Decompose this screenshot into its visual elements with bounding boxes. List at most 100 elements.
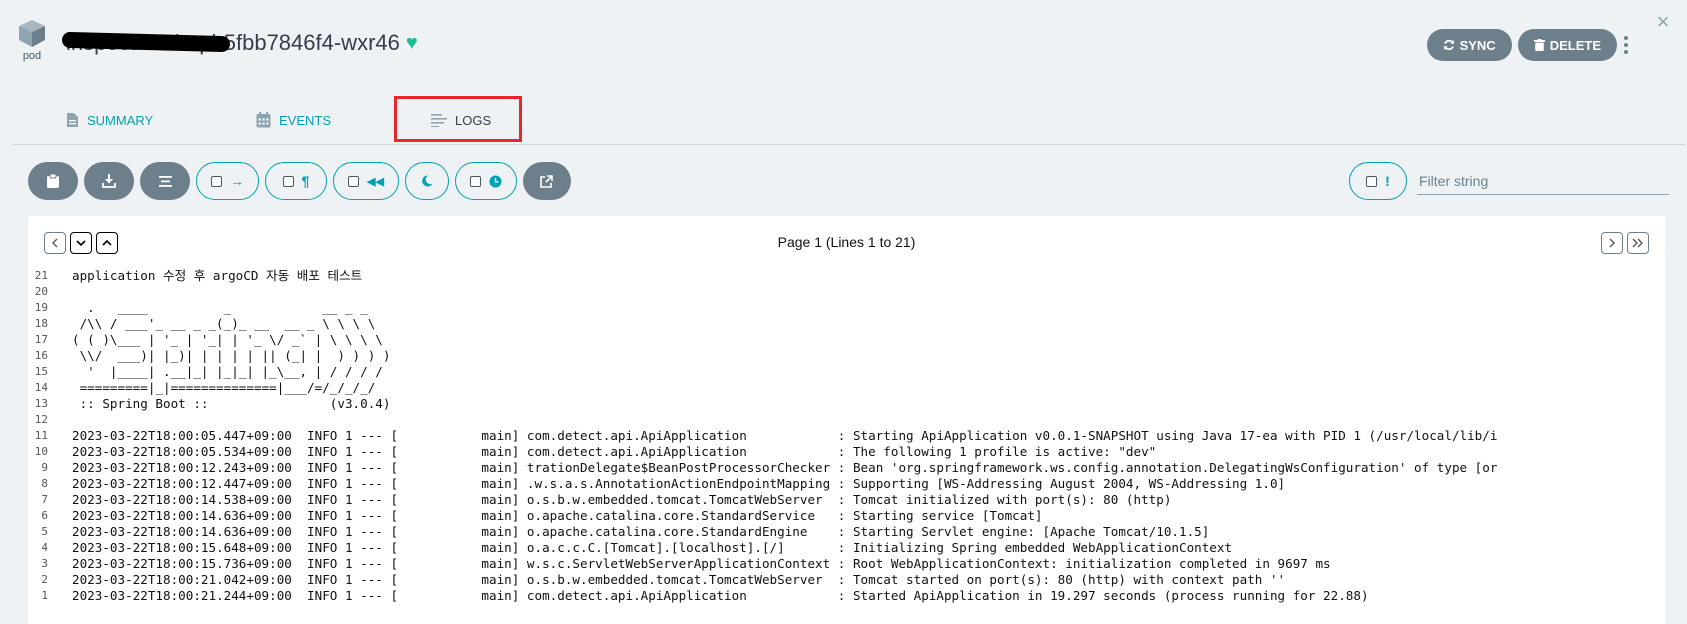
line-number: 7 xyxy=(41,493,48,506)
line-number: 6 xyxy=(41,509,48,522)
line-number: 5 xyxy=(41,525,48,538)
delete-label: DELETE xyxy=(1549,37,1601,53)
log-line: 2 2023-03-22T18:00:21.042+09:00 INFO 1 --… xyxy=(28,572,1665,588)
page-title: inspect-and-api-5fbb7846f4-wxr46 ♥ xyxy=(61,30,418,56)
log-filter: ! xyxy=(1349,162,1669,200)
more-menu-icon[interactable] xyxy=(1623,34,1629,54)
chevron-right-icon xyxy=(1609,238,1615,248)
line-number: 8 xyxy=(41,477,48,490)
tab-summary-label: SUMMARY xyxy=(87,112,154,128)
delete-button[interactable]: DELETE xyxy=(1517,29,1617,61)
log-line: 15 ' |____| .__|_| |_|_| |_\__, | / / / … xyxy=(28,364,1665,380)
line-text: application 수정 후 argoCD 자동 배포 테스트 xyxy=(72,268,363,283)
line-text: 2023-03-22T18:00:21.042+09:00 INFO 1 ---… xyxy=(72,572,1286,587)
line-number: 1 xyxy=(41,589,48,602)
lines-icon xyxy=(431,114,447,127)
sync-icon xyxy=(1443,39,1454,51)
log-line: 21 application 수정 후 argoCD 자동 배포 테스트 xyxy=(28,268,1665,284)
dark-mode-toggle[interactable] xyxy=(404,162,449,200)
pager-right xyxy=(1601,232,1649,254)
tab-summary[interactable]: SUMMARY xyxy=(66,96,153,144)
timestamps-toggle[interactable] xyxy=(454,162,517,200)
download-logs-button[interactable] xyxy=(84,162,134,200)
pod-kind: pod xyxy=(14,18,50,62)
line-number: 21 xyxy=(34,269,48,282)
download-icon xyxy=(102,174,116,188)
trash-icon xyxy=(1533,39,1545,51)
line-number: 14 xyxy=(34,381,48,394)
line-number: 12 xyxy=(34,413,48,426)
line-text: 2023-03-22T18:00:05.447+09:00 INFO 1 ---… xyxy=(72,428,1498,443)
line-text: ' |____| .__|_| |_|_| |_\__, | / / / / xyxy=(72,364,383,379)
timestamps-checkbox[interactable] xyxy=(469,175,481,187)
line-number: 3 xyxy=(41,557,48,570)
line-text: 2023-03-22T18:00:14.636+09:00 INFO 1 ---… xyxy=(72,508,1043,523)
line-text xyxy=(48,284,72,300)
line-text: /\\ / ___'_ __ _ _(_)_ __ __ _ \ \ \ \ xyxy=(72,316,376,331)
log-format-button[interactable] xyxy=(140,162,190,200)
log-line: 12 xyxy=(28,412,1665,428)
line-text: 2023-03-22T18:00:21.244+09:00 INFO 1 ---… xyxy=(72,588,1369,603)
log-line: 3 2023-03-22T18:00:15.736+09:00 INFO 1 --… xyxy=(28,556,1665,572)
double-chevron-right-icon xyxy=(1632,238,1643,248)
follow-checkbox[interactable] xyxy=(211,175,222,187)
clock-icon xyxy=(489,175,502,187)
previous-checkbox[interactable] xyxy=(348,175,359,187)
line-number: 2 xyxy=(41,573,48,586)
tab-logs[interactable]: LOGS xyxy=(431,96,491,144)
line-number: 10 xyxy=(34,445,48,458)
line-text xyxy=(48,412,72,428)
line-text: 2023-03-22T18:00:12.243+09:00 INFO 1 ---… xyxy=(72,460,1498,475)
log-line: 13 :: Spring Boot :: (v3.0.4) xyxy=(28,396,1665,412)
line-text: 2023-03-22T18:00:05.534+09:00 INFO 1 ---… xyxy=(72,444,1157,459)
line-number: 13 xyxy=(34,397,48,410)
line-text: . ____ _ __ _ _ xyxy=(72,300,368,315)
line-number: 18 xyxy=(34,317,48,330)
wrap-checkbox[interactable] xyxy=(282,175,294,187)
previous-logs-toggle[interactable]: ◀◀ xyxy=(333,162,399,200)
match-case-checkbox[interactable] xyxy=(1366,175,1378,187)
log-line: 6 2023-03-22T18:00:14.636+09:00 INFO 1 --… xyxy=(28,508,1665,524)
log-line: 7 2023-03-22T18:00:14.538+09:00 INFO 1 --… xyxy=(28,492,1665,508)
line-text: ( ( )\___ | '_ | '_| | '_ \/ _` | \ \ \ … xyxy=(72,332,383,347)
follow-toggle[interactable]: → xyxy=(196,162,259,200)
match-case-toggle[interactable]: ! xyxy=(1349,162,1407,200)
moon-icon xyxy=(422,175,433,187)
line-text: 2023-03-22T18:00:14.538+09:00 INFO 1 ---… xyxy=(72,492,1172,507)
resource-header: pod inspect-and-api-5fbb7846f4-wxr46 ♥ S… xyxy=(0,0,1687,90)
log-line: 8 2023-03-22T18:00:12.447+09:00 INFO 1 --… xyxy=(28,476,1665,492)
file-icon xyxy=(67,113,78,127)
sync-button[interactable]: SYNC xyxy=(1426,29,1512,61)
log-line: 19 . ____ _ __ _ _ xyxy=(28,300,1665,316)
log-viewer: Page 1 (Lines 1 to 21) 21 application 수정 … xyxy=(28,216,1665,624)
last-page-button[interactable] xyxy=(1627,232,1649,254)
wrap-lines-toggle[interactable]: ¶ xyxy=(265,162,327,200)
log-line: 1 2023-03-22T18:00:21.244+09:00 INFO 1 --… xyxy=(28,588,1665,604)
log-line: 20 xyxy=(28,284,1665,300)
line-text: =========|_|==============|___/=/_/_/_/ xyxy=(72,380,376,395)
line-text: \\/ ___)| |_)| | | | | || (_| | ) ) ) ) xyxy=(72,348,391,363)
filter-input[interactable] xyxy=(1417,167,1669,195)
log-lines: 21 application 수정 후 argoCD 자동 배포 테스트 20 19 … xyxy=(28,268,1665,624)
align-icon xyxy=(158,175,172,187)
log-line: 16 \\/ ___)| |_)| | | | | || (_| | ) ) )… xyxy=(28,348,1665,364)
rewind-icon: ◀◀ xyxy=(367,175,384,188)
copy-logs-button[interactable] xyxy=(28,162,78,200)
paragraph-icon: ¶ xyxy=(301,173,310,189)
next-page-button[interactable] xyxy=(1601,232,1623,254)
log-line: 18 /\\ / ___'_ __ _ _(_)_ __ __ _ \ \ \ … xyxy=(28,316,1665,332)
heart-icon: ♥ xyxy=(405,31,418,54)
log-toolbar: → ¶ ◀◀ xyxy=(28,162,571,200)
open-external-button[interactable] xyxy=(522,162,571,200)
sync-label: SYNC xyxy=(1459,37,1496,53)
cube-icon xyxy=(19,20,45,47)
external-link-icon xyxy=(540,174,554,188)
log-line: 4 2023-03-22T18:00:15.648+09:00 INFO 1 --… xyxy=(28,540,1665,556)
clipboard-icon xyxy=(47,174,59,188)
tab-logs-label: LOGS xyxy=(455,112,492,128)
line-number: 19 xyxy=(34,301,48,314)
line-text: 2023-03-22T18:00:14.636+09:00 INFO 1 ---… xyxy=(72,524,1210,539)
line-number: 11 xyxy=(34,429,48,442)
line-text: 2023-03-22T18:00:12.447+09:00 INFO 1 ---… xyxy=(72,476,1286,491)
tab-events[interactable]: EVENTS xyxy=(256,96,331,144)
